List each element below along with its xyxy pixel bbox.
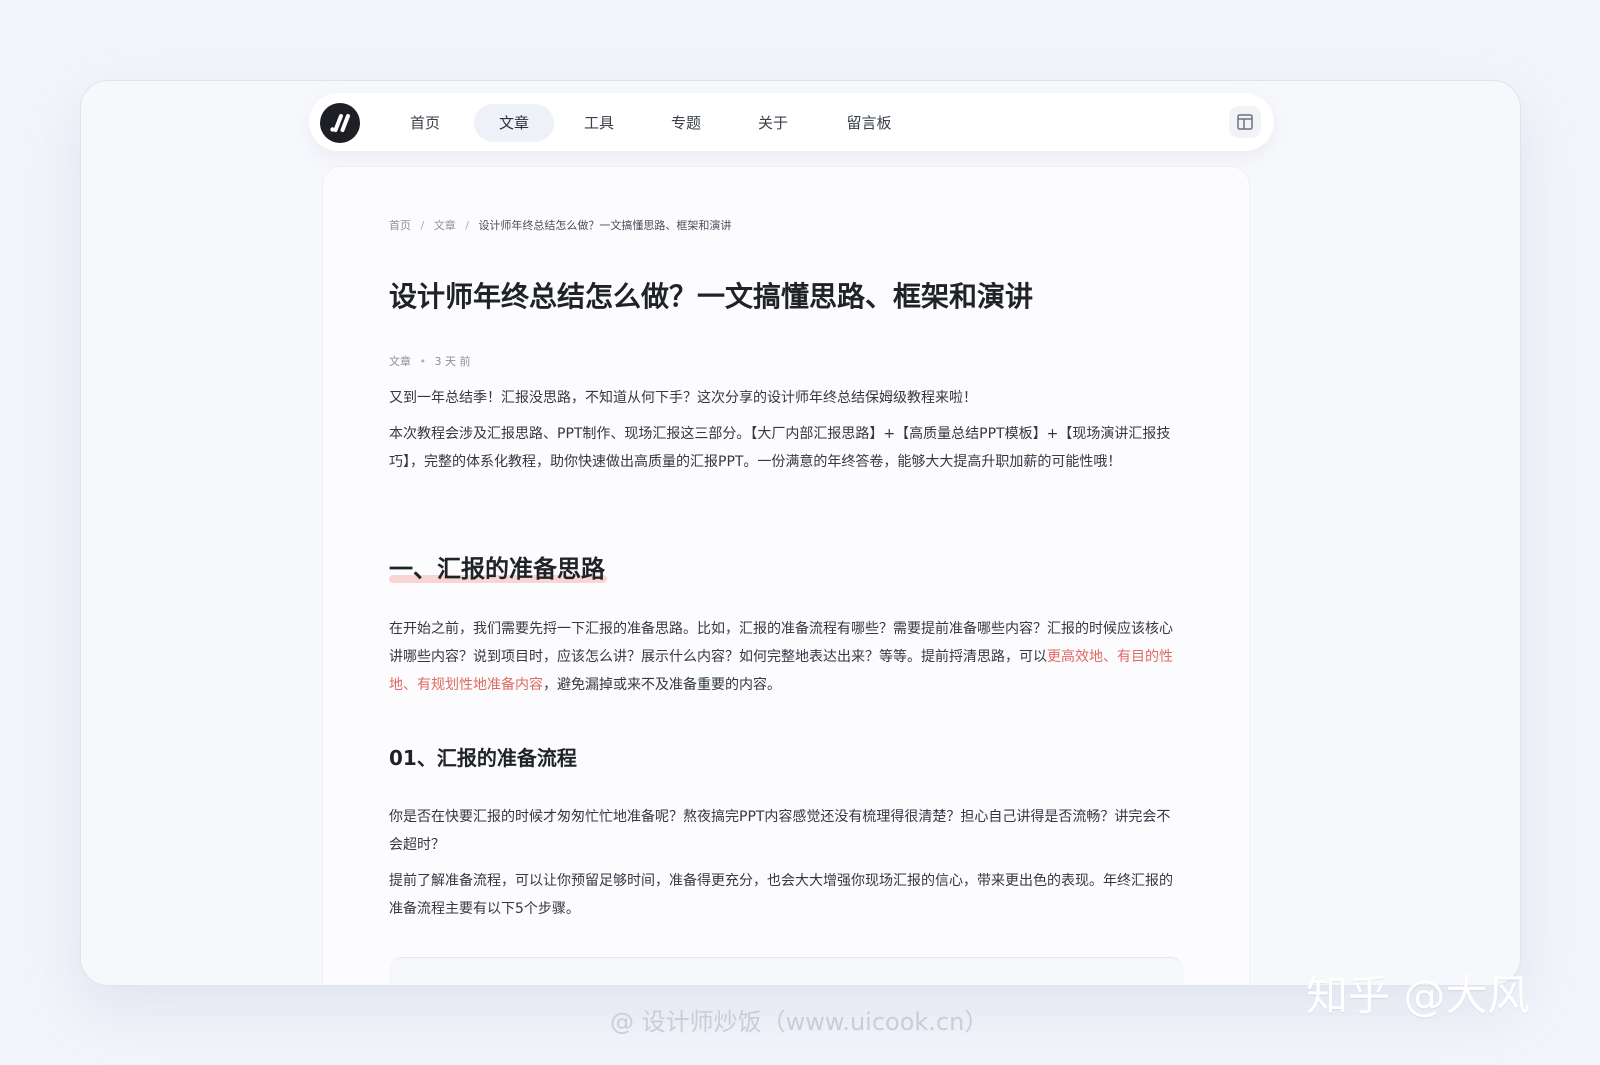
article-time: 3 天 前 xyxy=(434,355,471,368)
article-meta: 文章 • 3 天 前 xyxy=(389,353,471,369)
intro-paragraph-1: 又到一年总结季！汇报没思路，不知道从何下手？这次分享的设计师年终总结保姆级教程来… xyxy=(389,390,977,406)
breadcrumb-current: 设计师年终总结怎么做？一文搞懂思路、框架和演讲 xyxy=(478,219,732,232)
intro-paragraph-2: 本次教程会涉及汇报思路、PPT制作、现场汇报这三部分。【大厂内部汇报思路】+【高… xyxy=(389,426,1171,470)
breadcrumb-home[interactable]: 首页 xyxy=(389,219,411,232)
author-watermark: 知乎 @大风 xyxy=(1306,971,1530,1020)
nav-item-articles[interactable]: 文章 xyxy=(474,104,554,142)
article-category[interactable]: 文章 xyxy=(389,355,411,368)
nav-item-tools[interactable]: 工具 xyxy=(567,104,631,142)
nav-item-guestbook[interactable]: 留言板 xyxy=(831,104,907,142)
article-card: 首页 / 文章 / 设计师年终总结怎么做？一文搞懂思路、框架和演讲 设计师年终总… xyxy=(323,167,1249,985)
meta-dot: • xyxy=(419,355,427,368)
layout-toggle-button[interactable] xyxy=(1229,106,1261,138)
top-navbar: 首页 文章 工具 专题 关于 留言板 xyxy=(309,93,1274,151)
section-1-paragraph: 在开始之前，我们需要先捋一下汇报的准备思路。比如，汇报的准备流程有哪些？需要提前… xyxy=(389,615,1184,699)
subsection-1-paragraph-1: 你是否在快要汇报的时候才匆匆忙忙地准备呢？熬夜搞完PPT内容感觉还没有梳理得很清… xyxy=(389,809,1171,853)
nav-item-topics[interactable]: 专题 xyxy=(654,104,718,142)
subsection-1-heading: 01、汇报的准备流程 xyxy=(389,746,577,770)
breadcrumb-separator: / xyxy=(465,219,469,232)
source-watermark: @ 设计师炒饭（www.uicook.cn） xyxy=(610,1008,989,1036)
breadcrumb: 首页 / 文章 / 设计师年终总结怎么做？一文搞懂思路、框架和演讲 xyxy=(389,217,731,233)
nav-item-about[interactable]: 关于 xyxy=(741,104,805,142)
layout-panel-icon xyxy=(1237,114,1253,130)
browser-frame: 首页 文章 工具 专题 关于 留言板 首页 / 文章 / 设计师年终总结怎么做？… xyxy=(80,80,1521,986)
slash-logo-icon[interactable] xyxy=(320,103,360,143)
subsection-1-paragraph-2: 提前了解准备流程，可以让你预留足够时间，准备得更充分，也会大大增强你现场汇报的信… xyxy=(389,873,1173,917)
breadcrumb-separator: / xyxy=(420,219,425,232)
section-1-heading: 一、汇报的准备思路 xyxy=(389,555,605,583)
next-content-block xyxy=(389,957,1184,985)
breadcrumb-section[interactable]: 文章 xyxy=(434,219,456,232)
section-1-text-after: ，避免漏掉或来不及准备重要的内容。 xyxy=(543,677,781,693)
nav-item-home[interactable]: 首页 xyxy=(393,104,457,142)
article-title: 设计师年终总结怎么做？一文搞懂思路、框架和演讲 xyxy=(389,280,1034,313)
